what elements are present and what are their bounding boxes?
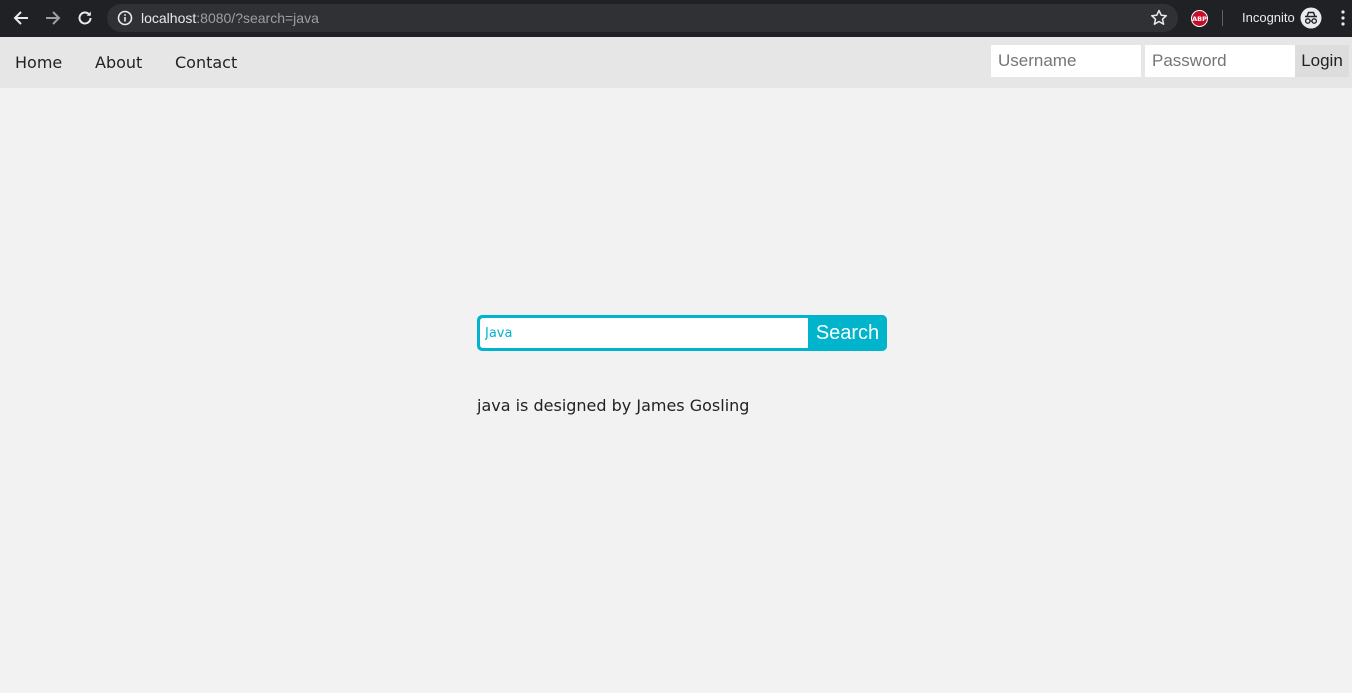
- nav-link-about[interactable]: About: [95, 53, 142, 72]
- nav-link-home[interactable]: Home: [15, 53, 62, 72]
- nav-link-contact[interactable]: Contact: [175, 53, 237, 72]
- search-result-text: java is designed by James Gosling: [477, 396, 750, 415]
- search-input[interactable]: [480, 318, 808, 348]
- incognito-label: Incognito: [1242, 10, 1295, 25]
- site-navbar: Home About Contact Login: [0, 37, 1352, 88]
- toolbar-divider: [1222, 10, 1223, 26]
- incognito-icon[interactable]: [1300, 7, 1322, 29]
- back-arrow-icon[interactable]: [9, 7, 33, 29]
- forward-arrow-icon[interactable]: [41, 7, 65, 29]
- adblock-icon[interactable]: ABP: [1191, 10, 1208, 27]
- info-icon[interactable]: [117, 10, 133, 26]
- more-vert-icon[interactable]: [1336, 9, 1350, 27]
- browser-toolbar: localhost:8080/?search=java ABP Incognit…: [0, 0, 1352, 37]
- login-button[interactable]: Login: [1295, 45, 1349, 77]
- url-path: :8080/?search=java: [196, 10, 319, 26]
- star-icon[interactable]: [1149, 8, 1169, 28]
- search-form: Search: [477, 315, 887, 351]
- address-bar[interactable]: localhost:8080/?search=java: [107, 4, 1178, 32]
- search-button[interactable]: Search: [808, 315, 887, 351]
- url-text[interactable]: localhost:8080/?search=java: [141, 10, 319, 26]
- password-field[interactable]: [1145, 45, 1295, 77]
- reload-icon[interactable]: [73, 7, 97, 29]
- url-host: localhost: [141, 10, 197, 26]
- username-field[interactable]: [991, 45, 1141, 77]
